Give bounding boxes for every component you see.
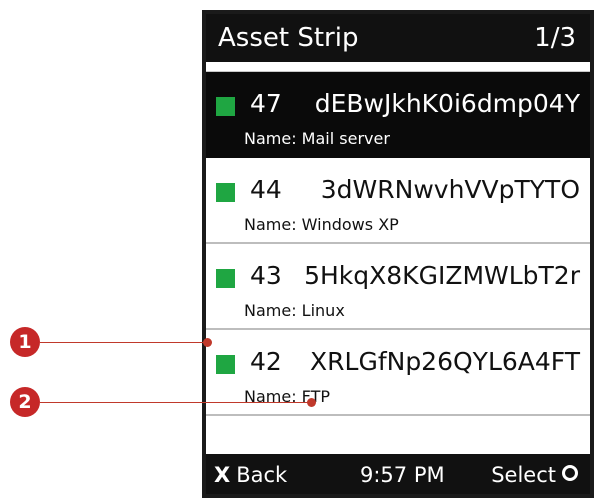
- asset-code: 5HkqX8KGIZMWLbT2r: [304, 261, 580, 290]
- asset-number: 43: [250, 261, 282, 290]
- device-screen: Asset Strip 1/3 47 dEBwJkhK0i6dmp04Y Nam…: [206, 14, 590, 494]
- page-title: Asset Strip: [218, 23, 359, 53]
- asset-name: Name: FTP: [244, 387, 331, 406]
- title-bar: Asset Strip 1/3: [206, 14, 590, 62]
- callout-dot-2: [307, 398, 316, 407]
- asset-name: Name: Mail server: [244, 129, 390, 148]
- stage: Asset Strip 1/3 47 dEBwJkhK0i6dmp04Y Nam…: [0, 0, 598, 503]
- callout-dot-1: [203, 338, 212, 347]
- clock-time: 9:57 PM: [360, 463, 445, 487]
- asset-name: Name: Linux: [244, 301, 345, 320]
- status-indicator-icon: [216, 355, 235, 374]
- callout-marker-1: 1: [10, 327, 40, 357]
- back-label: Back: [236, 463, 288, 487]
- asset-row-43[interactable]: 43 5HkqX8KGIZMWLbT2r Name: Linux: [206, 244, 590, 330]
- status-indicator-icon: [216, 183, 235, 202]
- asset-number: 47: [250, 89, 282, 118]
- select-label: Select: [491, 463, 556, 487]
- asset-number: 44: [250, 175, 282, 204]
- circle-icon: [562, 465, 578, 481]
- status-indicator-icon: [216, 269, 235, 288]
- status-indicator-icon: [216, 97, 235, 116]
- callout-line-2: [40, 402, 312, 403]
- asset-code: XRLGfNp26QYL6A4FT: [310, 347, 580, 376]
- page-indicator: 1/3: [534, 23, 576, 53]
- asset-row-47[interactable]: 47 dEBwJkhK0i6dmp04Y Name: Mail server: [206, 72, 590, 158]
- bottom-bar: X Back 9:57 PM Select: [206, 454, 590, 494]
- asset-row-42[interactable]: 42 XRLGfNp26QYL6A4FT Name: FTP: [206, 330, 590, 416]
- asset-code: dEBwJkhK0i6dmp04Y: [314, 89, 580, 118]
- asset-name: Name: Windows XP: [244, 215, 399, 234]
- back-button[interactable]: X Back: [214, 463, 287, 487]
- device-frame: Asset Strip 1/3 47 dEBwJkhK0i6dmp04Y Nam…: [202, 10, 594, 498]
- select-button[interactable]: Select: [491, 463, 578, 487]
- asset-row-44[interactable]: 44 3dWRNwvhVVpTYTO Name: Windows XP: [206, 158, 590, 244]
- x-icon: X: [214, 463, 231, 487]
- asset-number: 42: [250, 347, 282, 376]
- callout-line-1: [40, 342, 208, 343]
- asset-code: 3dWRNwvhVVpTYTO: [320, 175, 580, 204]
- list-top-gap: [206, 62, 590, 72]
- callout-marker-2: 2: [10, 387, 40, 417]
